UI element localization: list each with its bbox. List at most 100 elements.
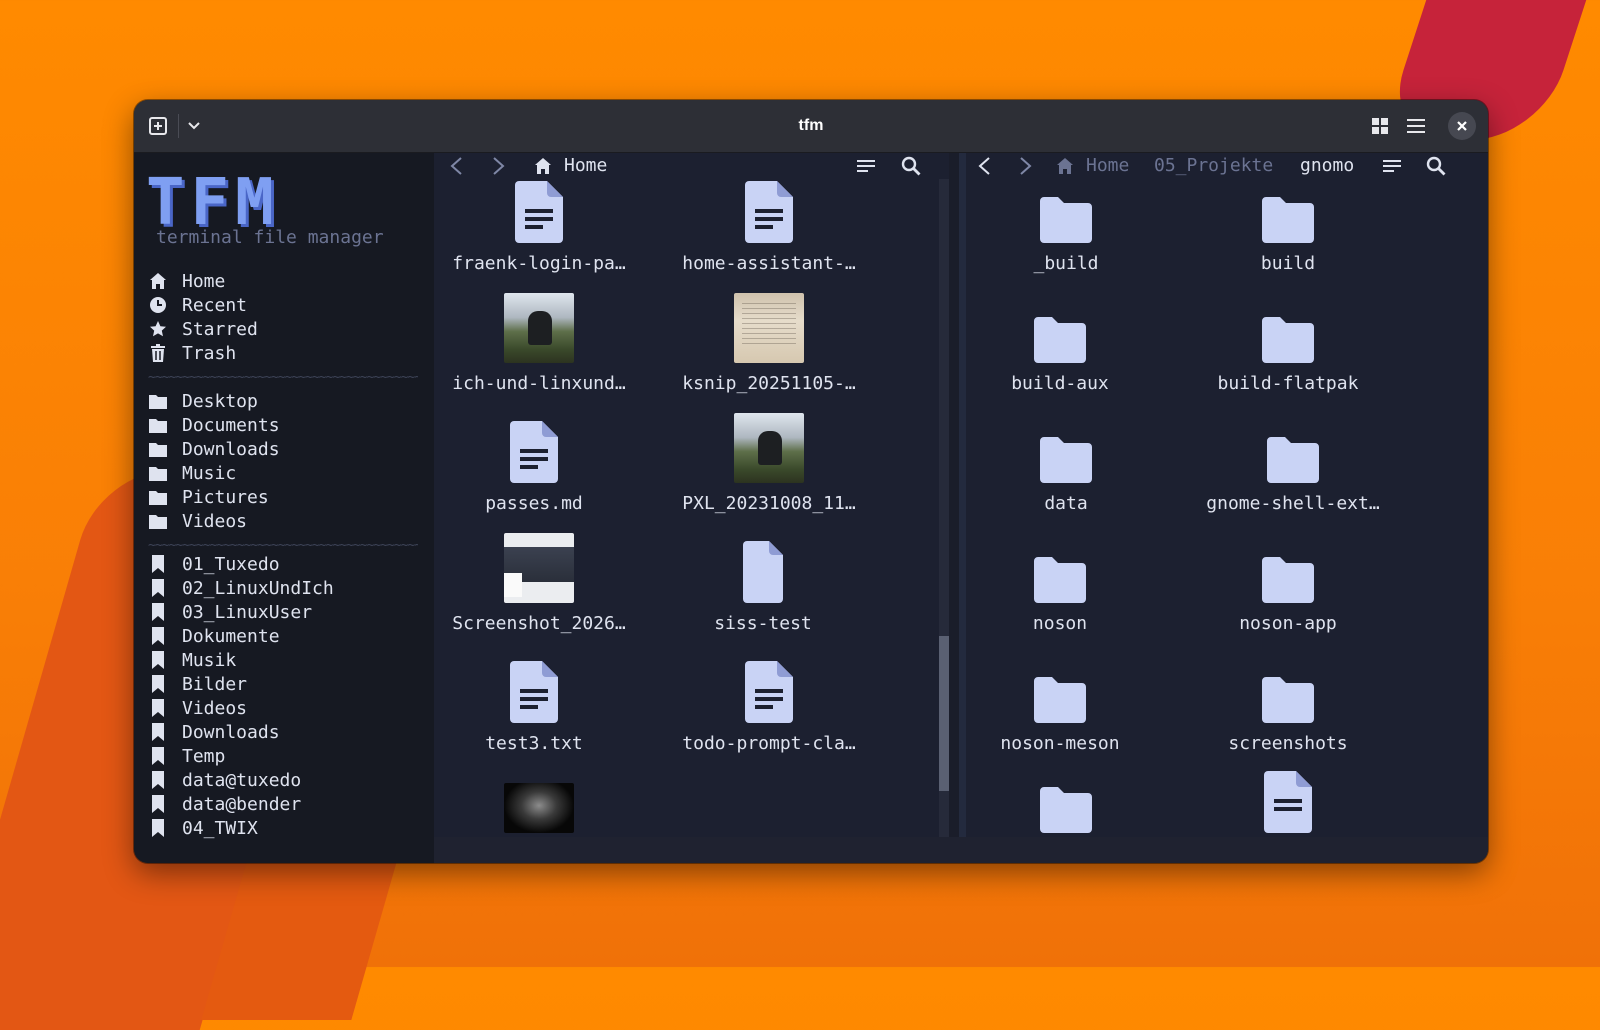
sidebar-item-recent[interactable]: Recent bbox=[148, 293, 428, 317]
sort-button[interactable] bbox=[1380, 153, 1404, 179]
sidebar-item-trash[interactable]: Trash bbox=[148, 341, 428, 365]
file-item[interactable]: PXL_20231008_11… bbox=[669, 413, 869, 514]
sidebar-bookmark-04-twix[interactable]: 04_TWIX bbox=[148, 816, 428, 840]
sidebar-item-label: Bilder bbox=[182, 673, 248, 695]
sidebar-item-music[interactable]: Music bbox=[148, 461, 428, 485]
sidebar-bookmark-01-tuxedo[interactable]: 01_Tuxedo bbox=[148, 552, 428, 576]
forward-button[interactable] bbox=[489, 153, 509, 179]
file-item[interactable]: todo-prompt-cla… bbox=[669, 659, 869, 754]
document-icon bbox=[1188, 769, 1388, 833]
file-item[interactable]: fraenk-login-pa… bbox=[439, 179, 639, 274]
file-item[interactable] bbox=[439, 769, 639, 837]
sidebar-item-label: Musik bbox=[182, 649, 237, 671]
bookmark-icon bbox=[148, 746, 168, 766]
folder-item[interactable]: build-aux bbox=[960, 299, 1160, 394]
search-button[interactable] bbox=[899, 153, 923, 179]
bookmarks-list: 01_Tuxedo 02_LinuxUndIch 03_LinuxUser Do… bbox=[148, 552, 428, 840]
sidebar-bookmark-musik[interactable]: Musik bbox=[148, 648, 428, 672]
sidebar-item-documents[interactable]: Documents bbox=[148, 413, 428, 437]
forward-button[interactable] bbox=[1016, 153, 1036, 179]
breadcrumb-home-icon[interactable] bbox=[1054, 153, 1076, 179]
file-name: home-assistant-… bbox=[682, 253, 856, 274]
file-name: noson-app bbox=[1239, 613, 1337, 634]
bookmark-icon bbox=[148, 770, 168, 790]
places-list: Home Recent Starred Trash bbox=[148, 269, 428, 365]
back-button[interactable] bbox=[446, 153, 466, 179]
sidebar-bookmark-data-bender[interactable]: data@bender bbox=[148, 792, 428, 816]
breadcrumb-item-current[interactable]: gnomo bbox=[1300, 153, 1354, 179]
folder-item[interactable]: build bbox=[1188, 179, 1388, 274]
file-item[interactable]: ich-und-linxund… bbox=[439, 293, 639, 394]
folder-item[interactable]: noson-app bbox=[1188, 539, 1388, 634]
chevron-left-icon bbox=[450, 157, 462, 175]
grid-view-button[interactable] bbox=[1368, 114, 1392, 138]
sidebar-item-label: 03_LinuxUser bbox=[182, 601, 313, 623]
file-name: todo-prompt-cla… bbox=[682, 733, 856, 754]
sidebar-bookmark-videos[interactable]: Videos bbox=[148, 696, 428, 720]
bookmark-icon bbox=[148, 554, 168, 574]
breadcrumb-home-icon[interactable] bbox=[532, 153, 554, 179]
image-thumbnail bbox=[669, 293, 869, 363]
file-name: screenshots bbox=[1228, 733, 1348, 754]
folder-item[interactable]: noson bbox=[960, 539, 1160, 634]
folder-icon bbox=[1188, 539, 1388, 603]
sidebar-bookmark-dokumente[interactable]: Dokumente bbox=[148, 624, 428, 648]
sidebar-item-downloads[interactable]: Downloads bbox=[148, 437, 428, 461]
bookmark-icon bbox=[148, 626, 168, 646]
back-button[interactable] bbox=[974, 153, 994, 179]
folder-item[interactable]: noson-meson bbox=[960, 659, 1160, 754]
bottom-status-strip bbox=[434, 837, 1488, 863]
main-menu-button[interactable] bbox=[1404, 114, 1428, 138]
file-name: build bbox=[1260, 253, 1316, 274]
folder-item[interactable]: data bbox=[966, 419, 1166, 514]
file-item[interactable]: Screenshot_2026… bbox=[439, 533, 639, 634]
logo-text: TFM bbox=[146, 166, 280, 240]
file-item[interactable]: test3.txt bbox=[434, 659, 634, 754]
close-window-button[interactable] bbox=[1448, 112, 1476, 140]
sidebar-bookmark-02-linuxundich[interactable]: 02_LinuxUndIch bbox=[148, 576, 428, 600]
sidebar-item-label: 02_LinuxUndIch bbox=[182, 577, 334, 599]
sidebar: TFM terminal file manager Home Recent St… bbox=[134, 153, 434, 863]
folder-icon bbox=[148, 415, 168, 435]
folder-item[interactable]: _build bbox=[966, 179, 1166, 274]
image-thumbnail bbox=[439, 293, 639, 363]
sidebar-item-starred[interactable]: Starred bbox=[148, 317, 428, 341]
folder-item[interactable]: gnome-shell-ext… bbox=[1193, 419, 1393, 514]
file-item[interactable]: siss-test bbox=[663, 539, 863, 634]
breadcrumb-item[interactable]: Home bbox=[564, 153, 607, 179]
app-logo: TFM terminal file manager bbox=[146, 166, 384, 248]
file-item[interactable]: home-assistant-… bbox=[669, 179, 869, 274]
sidebar-bookmark-data-tuxedo[interactable]: data@tuxedo bbox=[148, 768, 428, 792]
file-name: noson-meson bbox=[1000, 733, 1120, 754]
folder-item[interactable]: screenshots bbox=[1188, 659, 1388, 754]
sidebar-item-videos[interactable]: Videos bbox=[148, 509, 428, 533]
folder-item[interactable] bbox=[966, 769, 1166, 837]
folder-icon bbox=[960, 299, 1160, 363]
file-item[interactable] bbox=[1188, 769, 1388, 837]
breadcrumb-item[interactable]: 05_Projekte bbox=[1154, 153, 1273, 179]
sidebar-item-pictures[interactable]: Pictures bbox=[148, 485, 428, 509]
sidebar-bookmark-03-linuxuser[interactable]: 03_LinuxUser bbox=[148, 600, 428, 624]
sort-button[interactable] bbox=[854, 153, 878, 179]
bookmark-icon bbox=[148, 674, 168, 694]
file-name: _build bbox=[1033, 253, 1099, 274]
file-item[interactable]: ksnip_20251105-… bbox=[669, 293, 869, 394]
home-icon bbox=[535, 158, 551, 174]
sidebar-bookmark-bilder[interactable]: Bilder bbox=[148, 672, 428, 696]
breadcrumb-item[interactable]: Home bbox=[1086, 153, 1129, 179]
file-item[interactable]: passes.md bbox=[434, 419, 634, 514]
sidebar-bookmark-temp[interactable]: Temp bbox=[148, 744, 428, 768]
sidebar-item-label: Trash bbox=[182, 342, 237, 364]
folder-icon bbox=[960, 659, 1160, 723]
scrollbar-thumb[interactable] bbox=[939, 636, 949, 791]
folder-icon bbox=[148, 439, 168, 459]
file-name: Screenshot_2026… bbox=[452, 613, 626, 634]
sidebar-item-desktop[interactable]: Desktop bbox=[148, 389, 428, 413]
document-icon bbox=[439, 179, 639, 243]
logo-subtitle: terminal file manager bbox=[156, 227, 384, 248]
folder-item[interactable]: build-flatpak bbox=[1188, 299, 1388, 394]
sidebar-bookmark-downloads[interactable]: Downloads bbox=[148, 720, 428, 744]
sidebar-item-home[interactable]: Home bbox=[148, 269, 428, 293]
document-icon bbox=[669, 179, 869, 243]
search-button[interactable] bbox=[1424, 153, 1448, 179]
